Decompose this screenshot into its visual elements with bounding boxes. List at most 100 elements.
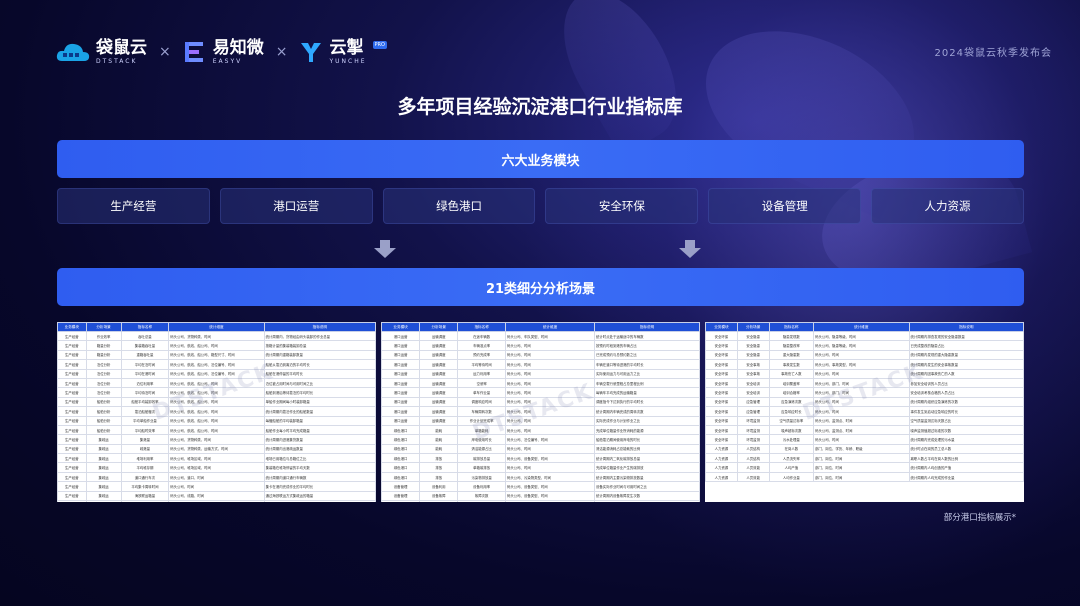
table-cell: 港口运营 [381,396,421,408]
table-row: 港口运营 运输调度 运力利用率 码头公司、时间 实际使用运力与可用运力之比 [381,368,700,379]
table-cell: 码头公司、部门、时间 [813,377,910,389]
table-cell: 码头公司、设备类型、时间 [504,490,596,502]
table: 业务模块 分析场景 指标名称 统计维度 指标说明 港口运营 运输调度 在途车辆数 码头公司、车队… [381,322,700,502]
table-cell: 码头公司、时间 [813,406,910,417]
table-cell: 港口运营 [381,368,421,379]
table-cell: 生产经营 [57,406,87,417]
table-cell: 运输调度 [419,406,459,417]
table-cell: 清洁能源占比 [457,443,506,455]
table-cell: 隐患整改率 [768,340,815,351]
yunche-y-icon [301,43,322,62]
table-cell: 设备管理 [381,500,421,502]
table-cell: 应急管理 [736,396,770,408]
table-cell: 环境监测 [736,424,770,436]
table-cell: 生产经营 [57,424,87,436]
table-cell: 码头公司、隐患等级、时间 [813,330,910,342]
table-cell: 绿色港口 [381,434,421,445]
table-cell: 完成单位箱量作业所消耗的能源 [594,424,700,436]
table-cell: 统计周期内排查发现的安全隐患数量 [908,330,1024,342]
column-header: 指标名称 [768,322,815,332]
table-cell: 码头公司、时间 [504,424,596,436]
table-cell: 安全环保 [705,368,738,379]
table-cell: 部门、岗位、学历、年龄、职级 [813,443,910,455]
table-cell: 完成单位箱量作业产生的碳排放 [594,462,700,473]
table-cell: 人员流失率 [768,453,815,464]
table-cell: 码头公司、时间 [813,396,910,408]
table-header-row: 业务模块 分析场景 指标名称 统计维度 指标说明 [381,322,700,332]
table-cell: 每艘船舶的平均装卸箱量 [263,415,376,426]
table-cell: 设备利用 [419,481,459,492]
table-row: 绿色港口 能耗 清洁能源占比 码头公司、时间 清洁能源消耗占总能耗的比例 [381,443,700,455]
table-cell: 集港量 [120,434,170,445]
table-cell: 统计周期内出港疏运数量 [263,443,376,455]
column-header: 业务模块 [57,322,87,332]
table-cell: 道口通行车次 [120,471,170,483]
table-cell: 集疏运 [85,490,122,502]
easyv-sub: EASYV [212,57,243,65]
table-cell: 设备管理 [381,481,421,492]
table-row: 生产经营 泊位分析 泊位利用率 码头公司、航线、船公司、时间 泊位被占用时间与可用时间之… [57,377,376,389]
table-cell: 港口运营 [381,387,421,398]
table-cell: 噪声超标次数 [768,424,815,436]
indicator-table-right: 业务模块 分析场景 指标名称 统计维度 指标说明 安全环保 安全隐患 隐患发现数 码头公司、隐患… [705,322,1024,502]
table-cell: 设备故障 [419,490,459,502]
table-cell: 码头公司、堆场区域、时间 [168,462,265,473]
table-cell: 船舶作业每小时平均完成箱量 [263,424,376,436]
indicator-table-middle: 业务模块 分析场景 指标名称 统计维度 指标说明 港口运营 运输调度 在途车辆数 码头公司、车队… [381,322,700,502]
table-cell: 生产经营 [57,500,87,502]
yunche-sub: YUNCHE [329,57,367,65]
module-list: 生产经营 港口运营 绿色港口 安全环保 设备管理 人力资源 [57,188,1024,224]
table-cell: 安全环保 [705,434,738,445]
table-cell: 水水中转箱量 [120,500,170,502]
table-cell: 应急管理 [736,406,770,417]
table-cell: 运输调度 [419,340,459,351]
table-cell: 安全环保 [705,359,738,370]
table-cell: 绿色港口 [381,453,421,464]
table-cell: 码头公司、货物种类、时间 [168,434,265,445]
table-cell: 平均待泊时间 [120,387,170,398]
table-row: 港口运营 运输调度 空驶率 码头公司、时间 车辆空载行驶里程占总里程比例 [381,377,700,389]
column-header: 统计维度 [504,322,596,332]
table-cell: 码头公司、设备类型、时间 [504,481,596,492]
table-cell: 码头公司、航线、船公司、泊位编号、时间 [168,368,265,379]
table-cell: 在岗人数 [768,443,815,455]
table-cell: 码头公司、货物种类、时间 [168,330,265,342]
table-row: 绿色港口 能耗 单箱能耗 码头公司、时间 完成单位箱量作业所消耗的能源 [381,424,700,436]
table-cell: 港口运营 [381,415,421,426]
table-cell: 统计周期内发生的安全事故数量 [908,359,1024,370]
table-cell: 港口运营 [381,406,421,417]
table-cell: 统计周期内发现的重大隐患数量 [908,349,1024,361]
module-port-operation: 港口运营 [219,188,373,224]
table-cell: 部门、岗位、时间 [813,462,910,473]
table-cell: 安全环保 [705,396,738,408]
table-cell: 生产经营 [57,453,87,464]
table-row: 生产经营 集疏运 道口通行车次 码头公司、道口、时间 统计周期内道口通行车辆数 [57,471,376,483]
table-cell: 运输调度 [419,387,459,398]
table-row: 绿色港口 能耗 岸电使用时长 码头公司、泊位编号、时间 船舶靠泊期间使用岸电的时长 [381,434,700,445]
table-cell: 按箱计量的集装箱装卸总量 [263,340,376,351]
table-cell: 单箱碳排放 [457,462,506,473]
table-cell: 港口运营 [381,377,421,389]
table-cell: 空驶率 [457,377,506,389]
table-cell: 集疏运 [85,462,122,473]
table-cell: 港口运营 [381,359,421,370]
module-equipment: 设备管理 [708,188,862,224]
table-cell: 人均作业量 [768,471,815,483]
table-cell: 码头公司、时间 [168,481,265,492]
table-cell: 码头公司、航线、船公司、时间 [168,340,265,351]
table-cell: 污染物排放量 [457,471,506,483]
table-cell: 环境监测 [736,415,770,426]
dtstack-cloud-icon [56,43,90,61]
table-cell: 按预约时段到港的车辆占比 [594,340,700,351]
table-cell: 码头公司、时间 [504,377,596,389]
modules-banner: 六大业务模块 [57,140,1024,178]
dtstack-logo: 袋鼠云 DTSTACK [56,39,147,65]
table-cell: 调度响应时间 [457,396,506,408]
table-cell: 人员结构 [736,443,770,455]
table-cell: 培训合格率 [768,387,815,398]
table-cell: 运输调度 [419,415,459,426]
table-cell: 设备利用率 [457,481,506,492]
table-cell: 船舶分析 [85,396,122,408]
column-header: 统计维度 [813,322,910,332]
table-cell: 港口运营 [381,349,421,361]
